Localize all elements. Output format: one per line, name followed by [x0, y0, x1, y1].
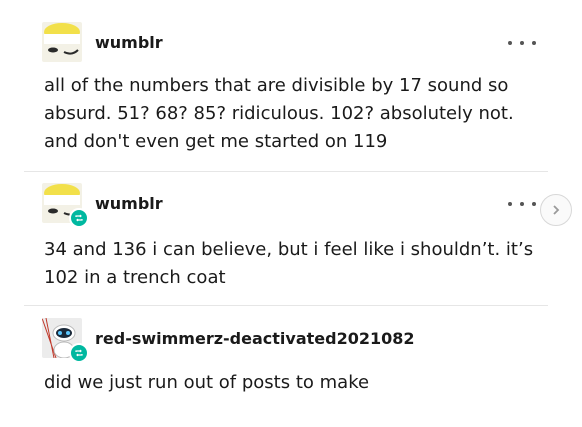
- divider: [24, 305, 548, 306]
- next-arrow-button[interactable]: [540, 194, 572, 226]
- reblog-badge-icon: [69, 208, 89, 228]
- avatar[interactable]: [42, 22, 82, 62]
- reblog-badge-icon: [69, 343, 89, 363]
- post-body: did we just run out of posts to make: [44, 372, 370, 393]
- cartoon-face-avatar-icon: [42, 22, 82, 62]
- username[interactable]: wumblr: [95, 33, 163, 52]
- username[interactable]: wumblr: [95, 194, 163, 213]
- username[interactable]: red-swimmerz-deactivated2021082: [95, 329, 415, 348]
- divider: [24, 171, 548, 172]
- more-options-icon[interactable]: [508, 36, 536, 50]
- post-body: all of the numbers that are divisible by…: [44, 75, 514, 152]
- chevron-right-icon: [553, 205, 560, 215]
- more-options-icon[interactable]: [508, 197, 536, 211]
- post-body: 34 and 136 i can believe, but i feel lik…: [44, 239, 534, 288]
